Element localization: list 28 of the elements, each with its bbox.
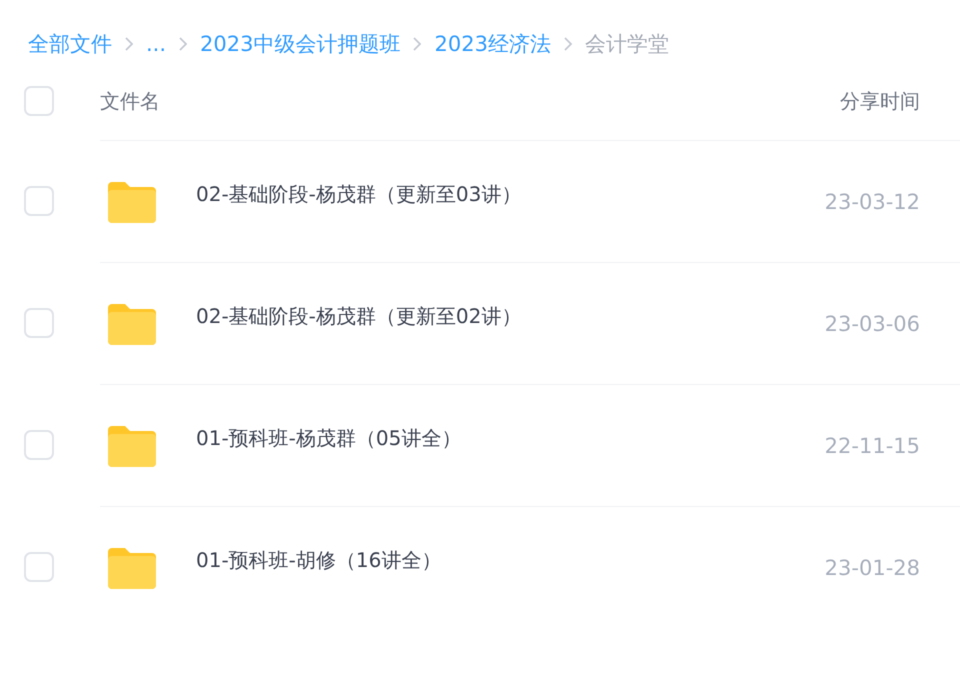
share-time: 23-03-06: [824, 312, 920, 336]
breadcrumb-link[interactable]: 2023中级会计押题班: [200, 30, 400, 58]
file-name[interactable]: 02-基础阶段-杨茂群（更新至02讲）: [196, 303, 825, 330]
checkbox[interactable]: [24, 552, 54, 582]
breadcrumb-link[interactable]: 会计学堂: [584, 30, 669, 58]
file-name[interactable]: 01-预科班-胡修（16讲全）: [196, 547, 825, 574]
checkbox[interactable]: [24, 186, 54, 216]
file-name[interactable]: 01-预科班-杨茂群（05讲全）: [196, 425, 825, 452]
breadcrumb-link[interactable]: 2023经济法: [434, 30, 551, 58]
share-time: 23-03-12: [824, 190, 920, 214]
folder-icon: [108, 424, 156, 466]
chevron-right-icon: [562, 36, 573, 52]
folder-icon: [108, 180, 156, 222]
column-header: 分享时间: [840, 88, 920, 114]
file-name[interactable]: 02-基础阶段-杨茂群（更新至03讲）: [196, 181, 825, 208]
folder-icon: [108, 546, 156, 588]
share-time: 23-01-28: [824, 556, 920, 580]
checkbox[interactable]: [24, 308, 54, 338]
chevron-right-icon: [124, 36, 134, 52]
column-header: 文件名: [100, 88, 161, 114]
chevron-right-icon: [178, 36, 188, 52]
chevron-right-icon: [412, 36, 422, 52]
folder-icon: [108, 302, 156, 344]
breadcrumb-link[interactable]: 全部文件: [28, 30, 112, 58]
share-time: 22-11-15: [824, 434, 920, 458]
breadcrumb-link[interactable]: ...: [146, 32, 166, 56]
checkbox[interactable]: [24, 86, 54, 116]
checkbox[interactable]: [24, 430, 54, 460]
